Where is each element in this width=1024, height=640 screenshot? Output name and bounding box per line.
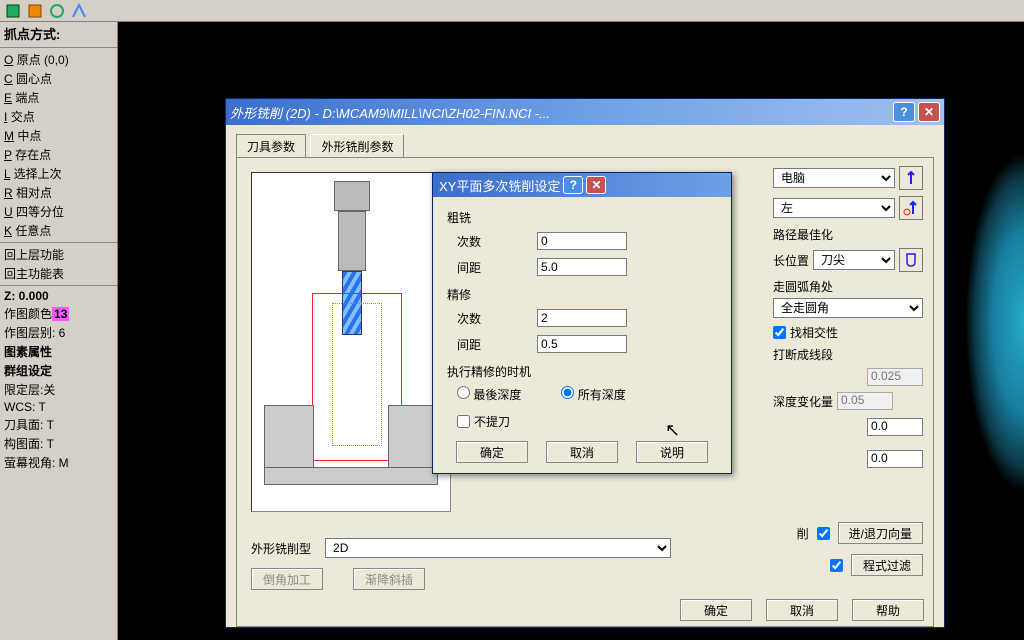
sub-buttons: 确定 取消 说明 (447, 435, 717, 463)
lead-button[interactable]: 进/退刀向量 (838, 522, 923, 544)
bottom-buttons: 倒角加工 渐降斜插 (251, 568, 425, 590)
radio-final-depth[interactable]: 最後深度 (457, 386, 521, 403)
finish-count-input[interactable] (537, 309, 627, 327)
input-b[interactable]: 0.0 (867, 450, 923, 468)
xy-multipass-dialog: XY平面多次铣削设定 ? ✕ 粗铣 次数 间距 精修 次数 间距 执行精修的时机… (432, 172, 732, 474)
limit-layer[interactable]: 限定层:关 (0, 380, 117, 399)
snap-mode-title: 抓点方式: (0, 22, 117, 45)
input-a[interactable]: 0.0 (867, 418, 923, 436)
finish-count-label: 次数 (447, 310, 537, 327)
snap-relative[interactable]: R 相对点 (0, 183, 117, 202)
left-panel: 抓点方式: O 原点 (0,0) C 圆心点 E 端点 I 交点 M 中点 P … (0, 22, 118, 640)
rough-group: 粗铣 (447, 209, 717, 226)
rough-count-label: 次数 (447, 233, 537, 250)
group-set[interactable]: 群组设定 (0, 361, 117, 380)
check-depth-var[interactable]: 深度变化量 0.05 (773, 392, 923, 410)
tab-bar: 刀具参数 外形铣削参数 (226, 125, 944, 157)
filter-button[interactable]: 程式过滤 (851, 554, 923, 576)
toolbar-icon[interactable] (4, 2, 22, 20)
dialog-title: 外形铣削 (2D) - D:\MCAM9\MILL\NCI\ZH02-FIN.N… (230, 103, 550, 122)
rough-step-label: 间距 (447, 259, 537, 276)
help-button[interactable]: 帮助 (852, 599, 924, 621)
draw-color[interactable]: 作图颜色13 (0, 304, 117, 323)
snap-any[interactable]: K 任意点 (0, 221, 117, 240)
sub-cancel[interactable]: 取消 (546, 441, 618, 463)
toolbar-icon[interactable] (70, 2, 88, 20)
top-toolbar[interactable] (0, 0, 1024, 22)
snap-existing[interactable]: P 存在点 (0, 145, 117, 164)
check-break-seg[interactable]: 打断成线段 (773, 346, 923, 363)
wcs-status[interactable]: WCS: T (0, 399, 117, 415)
return-up[interactable]: 回上层功能 (0, 245, 117, 264)
timing-group: 执行精修的时机 (447, 363, 717, 380)
snap-origin[interactable]: O 原点 (0,0) (0, 50, 117, 69)
finish-step-label: 间距 (447, 336, 537, 353)
type-select[interactable]: 2D (325, 538, 671, 558)
close-icon[interactable]: ✕ (918, 102, 940, 122)
return-main[interactable]: 回主功能表 (0, 264, 117, 283)
ok-button[interactable]: 确定 (680, 599, 752, 621)
cut-fragment: 削 (797, 525, 809, 542)
corner-button[interactable]: 倒角加工 (251, 568, 323, 590)
cons-face[interactable]: 构图面: T (0, 434, 117, 453)
ramp-button[interactable]: 渐降斜插 (353, 568, 425, 590)
tab-tool-params[interactable]: 刀具参数 (236, 134, 306, 158)
tip-pos-label: 长位置 (773, 252, 809, 269)
sub-titlebar[interactable]: XY平面多次铣削设定 ? ✕ (433, 173, 731, 197)
type-label: 外形铣削型 (251, 540, 311, 557)
snap-intersect[interactable]: I 交点 (0, 107, 117, 126)
depth-value: 0.05 (837, 392, 893, 410)
dialog-titlebar[interactable]: 外形铣削 (2D) - D:\MCAM9\MILL\NCI\ZH02-FIN.N… (226, 99, 944, 125)
elem-attr[interactable]: 图素属性 (0, 342, 117, 361)
snap-last[interactable]: L 选择上次 (0, 164, 117, 183)
filter-check[interactable] (830, 559, 843, 572)
check-intersect[interactable]: 找相交性 (773, 324, 923, 341)
illustration (251, 172, 451, 512)
draw-layer[interactable]: 作图层别: 6 (0, 323, 117, 342)
dir-icon[interactable] (899, 196, 923, 220)
tool-face[interactable]: 刀具面: T (0, 415, 117, 434)
corner-select[interactable]: 全走圆角 (773, 298, 923, 318)
no-retract-check[interactable]: 不提刀 (447, 413, 717, 430)
arc-label: 走圆弧角处 (773, 278, 923, 295)
rough-count-input[interactable] (537, 232, 627, 250)
finish-step-input[interactable] (537, 335, 627, 353)
comp-icon[interactable] (899, 166, 923, 190)
seg-value: 0.025 (867, 368, 923, 386)
rough-step-input[interactable] (537, 258, 627, 276)
z-status[interactable]: Z: 0.000 (0, 288, 117, 304)
toolbar-icon[interactable] (26, 2, 44, 20)
lead-check[interactable] (817, 527, 830, 540)
screen-view[interactable]: 萤幕视角: M (0, 453, 117, 472)
help-icon[interactable]: ? (893, 102, 915, 122)
tip-select[interactable]: 刀尖 (813, 250, 895, 270)
tab-contour-params[interactable]: 外形铣削参数 (310, 134, 404, 158)
sub-ok[interactable]: 确定 (456, 441, 528, 463)
snap-endpoint[interactable]: E 端点 (0, 88, 117, 107)
snap-center[interactable]: C 圆心点 (0, 69, 117, 88)
snap-midpoint[interactable]: M 中点 (0, 126, 117, 145)
optimize-path[interactable]: 路径最佳化 (773, 226, 923, 243)
cancel-button[interactable]: 取消 (766, 599, 838, 621)
sub-help-icon[interactable]: ? (563, 176, 583, 194)
finish-group: 精修 (447, 286, 717, 303)
sub-close-icon[interactable]: ✕ (586, 176, 606, 194)
sub-body: 粗铣 次数 间距 精修 次数 间距 执行精修的时机 最後深度 所有深度 不提刀 … (433, 197, 731, 473)
sub-help[interactable]: 说明 (636, 441, 708, 463)
tip-icon[interactable] (899, 248, 923, 272)
comp-select[interactable]: 电脑 (773, 168, 895, 188)
dialog-buttons: 确定 取消 帮助 (680, 599, 924, 621)
right-params: 电脑 左 路径最佳化 长位置 刀尖 走圆弧角处 全走圆角 找相交性 打断成线段 … (773, 166, 923, 474)
sub-title: XY平面多次铣削设定 (439, 176, 560, 195)
snap-quadrant[interactable]: U 四等分位 (0, 202, 117, 221)
radio-all-depth[interactable]: 所有深度 (561, 386, 625, 403)
right-checks: 削 进/退刀向量 程式过滤 (797, 522, 923, 586)
side-select[interactable]: 左 (773, 198, 895, 218)
toolbar-icon[interactable] (48, 2, 66, 20)
type-row: 外形铣削型 2D (251, 538, 671, 558)
